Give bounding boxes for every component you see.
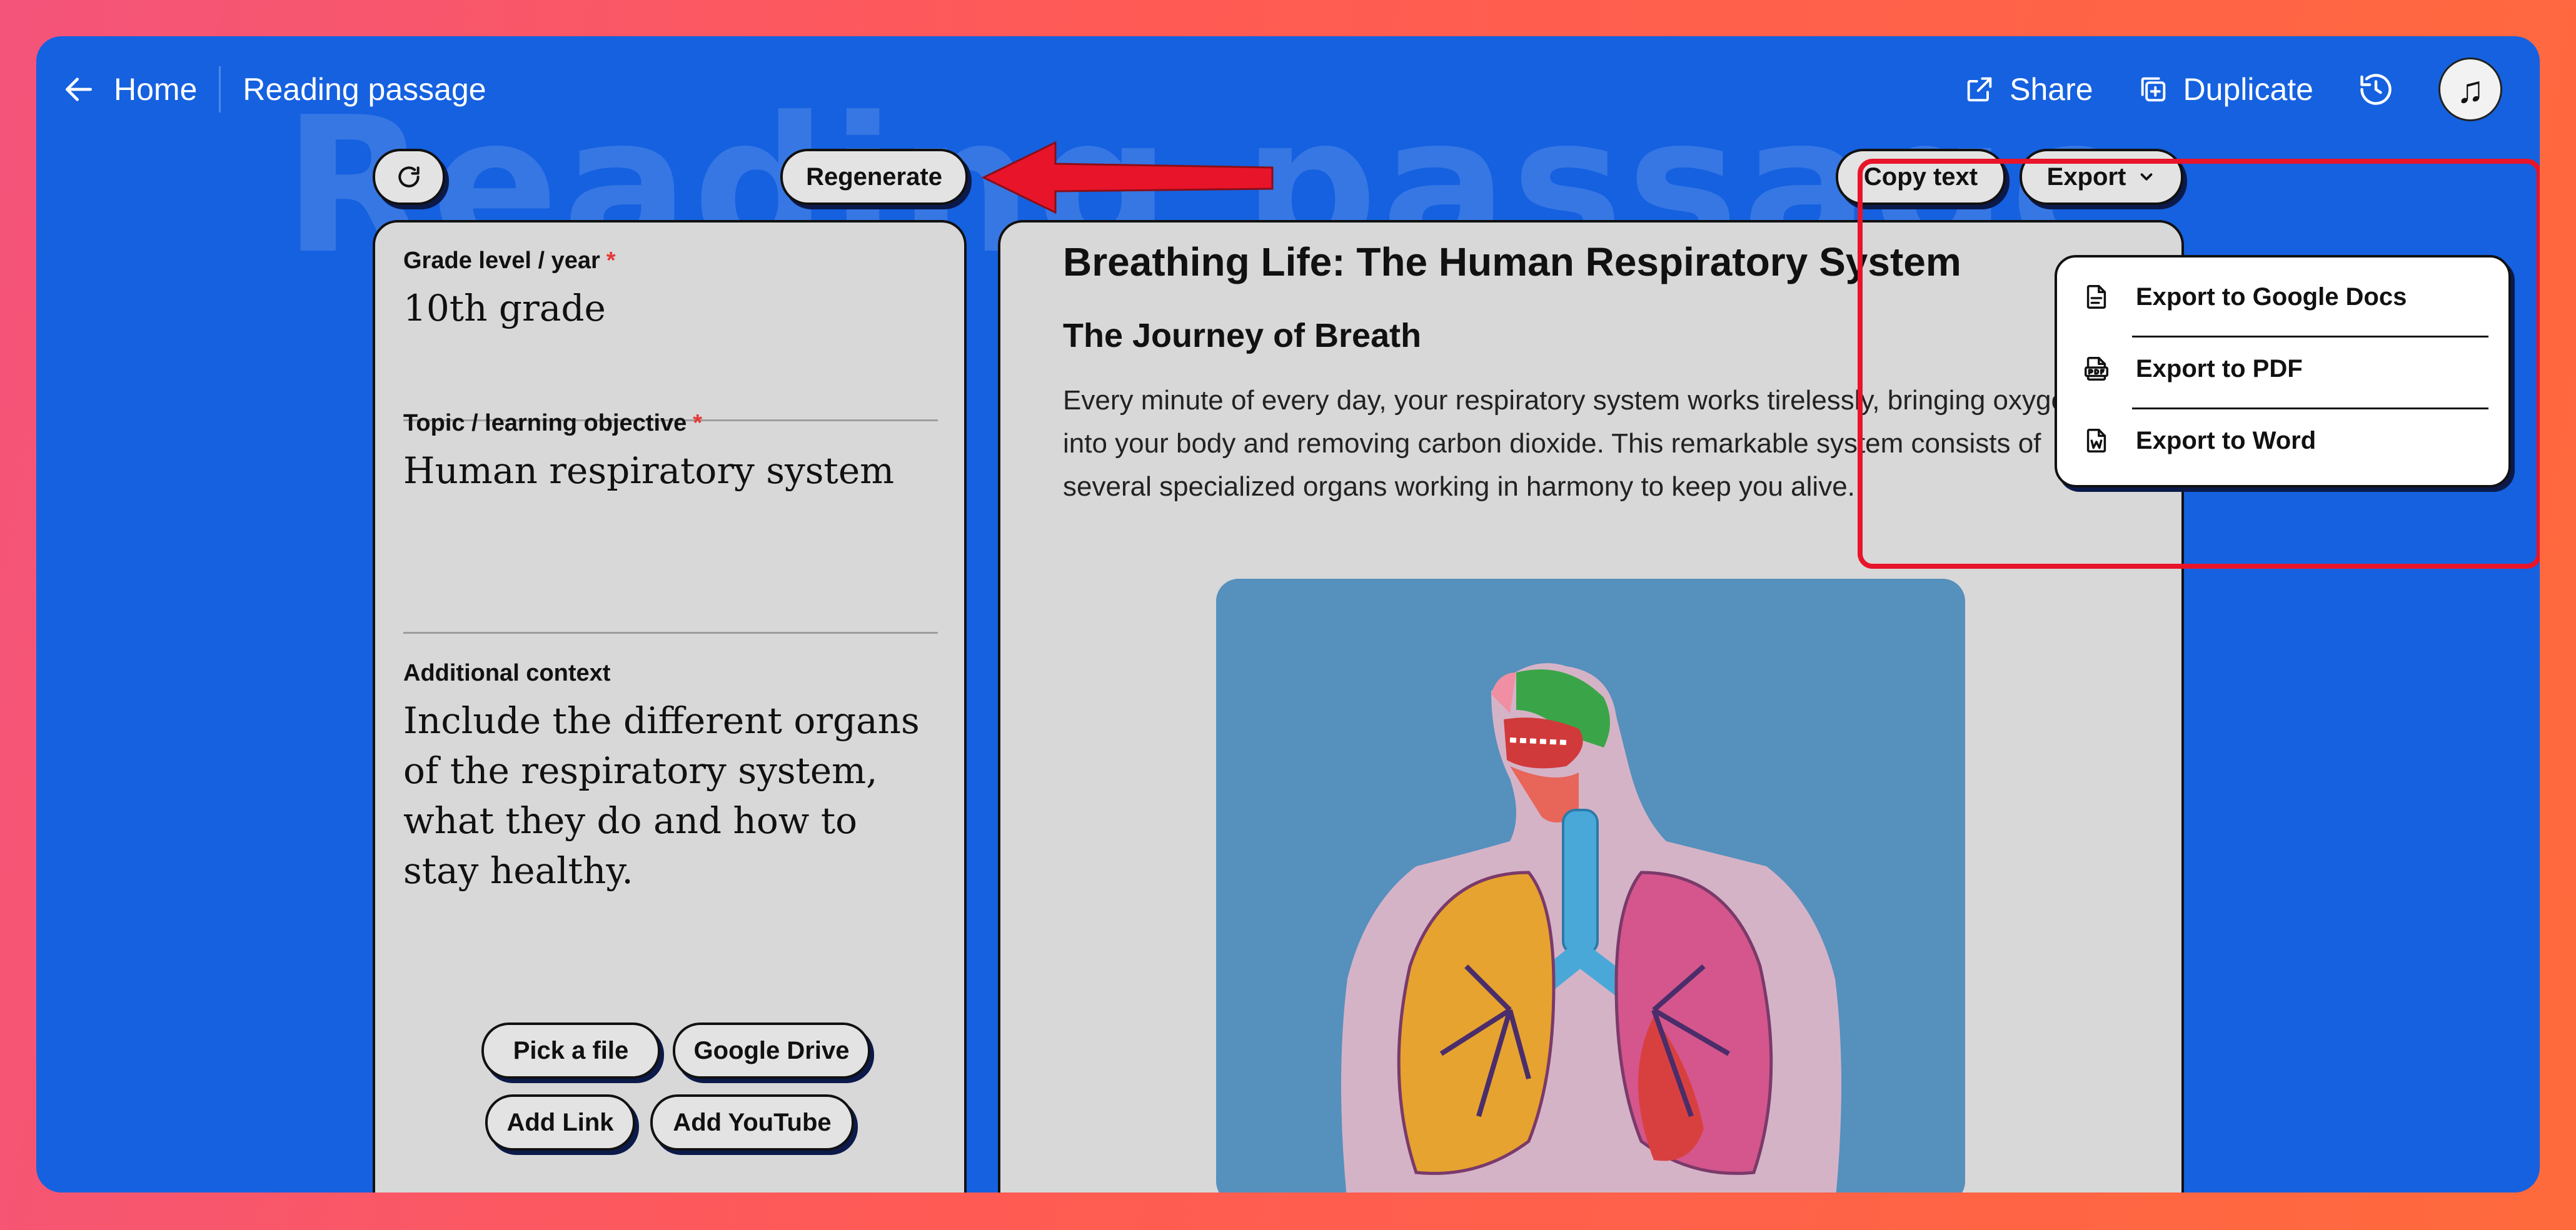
topbar-divider bbox=[219, 66, 221, 112]
page-title: Reading passage bbox=[243, 72, 486, 107]
grade-label-text: Grade level / year bbox=[403, 248, 600, 274]
arrow-left-icon bbox=[61, 72, 96, 107]
annotation-arrow-icon bbox=[981, 141, 1274, 214]
share-icon bbox=[1963, 73, 1996, 106]
pick-file-button[interactable]: Pick a file bbox=[481, 1022, 660, 1079]
topic-label-text: Topic / learning objective bbox=[403, 410, 687, 436]
grade-field[interactable]: Grade level / year * 10th grade bbox=[403, 248, 938, 333]
context-value: Include the different organs of the resp… bbox=[403, 699, 920, 892]
topic-value: Human respiratory system bbox=[403, 449, 895, 492]
topbar-right: Share Duplicate ♫ bbox=[1963, 58, 2502, 121]
topbar-left: Home Reading passage bbox=[61, 61, 486, 118]
topic-label: Topic / learning objective * bbox=[403, 410, 938, 437]
add-link-button[interactable]: Add Link bbox=[485, 1094, 635, 1151]
topic-field[interactable]: Topic / learning objective * Human respir… bbox=[403, 410, 938, 496]
document-title: Breathing Life: The Human Respiratory Sy… bbox=[1063, 239, 1961, 284]
grade-value: 10th grade bbox=[403, 287, 606, 329]
duplicate-label: Duplicate bbox=[2183, 72, 2313, 107]
duplicate-button[interactable]: Duplicate bbox=[2137, 71, 2313, 108]
duplicate-icon bbox=[2137, 73, 2170, 106]
google-drive-button[interactable]: Google Drive bbox=[673, 1022, 870, 1079]
input-form-panel: Grade level / year * 10th grade Topic / l… bbox=[373, 220, 967, 1192]
add-youtube-button[interactable]: Add YouTube bbox=[650, 1094, 854, 1151]
required-marker: * bbox=[693, 410, 703, 436]
grade-label: Grade level / year * bbox=[403, 248, 938, 274]
refresh-icon bbox=[395, 163, 423, 191]
history-button[interactable] bbox=[2357, 71, 2395, 108]
share-label: Share bbox=[2010, 72, 2093, 107]
reset-button[interactable] bbox=[373, 149, 445, 205]
field-divider bbox=[403, 632, 938, 634]
share-button[interactable]: Share bbox=[1963, 71, 2093, 108]
regenerate-button[interactable]: Regenerate bbox=[780, 149, 968, 205]
history-icon bbox=[2357, 71, 2395, 108]
required-marker: * bbox=[606, 248, 616, 274]
app-window: Reading passage Home Reading passage Sha… bbox=[36, 36, 2540, 1192]
home-link[interactable]: Home bbox=[61, 71, 197, 108]
respiratory-illustration bbox=[1216, 579, 1965, 1192]
document-subtitle: The Journey of Breath bbox=[1063, 317, 1422, 354]
music-note-icon: ♫ bbox=[2456, 68, 2485, 111]
annotation-highlight bbox=[1858, 159, 2540, 569]
context-field[interactable]: Additional context Include the different… bbox=[403, 660, 938, 896]
avatar[interactable]: ♫ bbox=[2438, 58, 2502, 121]
context-label: Additional context bbox=[403, 660, 611, 686]
home-label: Home bbox=[114, 72, 198, 107]
lungs-icon bbox=[1341, 663, 1841, 1192]
